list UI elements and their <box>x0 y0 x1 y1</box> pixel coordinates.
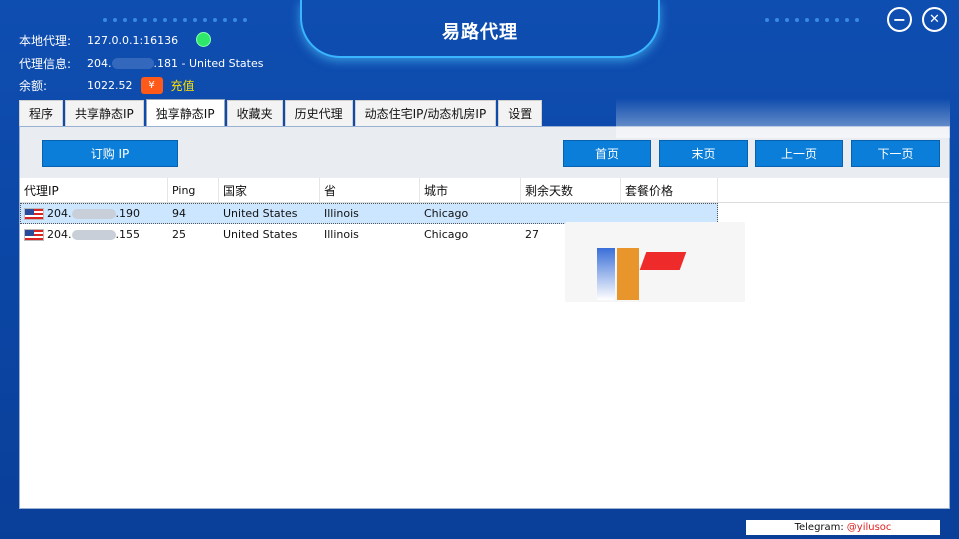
cell-proxy-ip: 204. .155 <box>20 228 168 241</box>
main-panel: 订购 IP 首页 末页 上一页 下一页 代理IP Ping 国家 省 城市 剩余… <box>19 126 950 509</box>
local-proxy-label: 本地代理: <box>19 34 72 48</box>
last-page-button[interactable]: 末页 <box>659 140 748 167</box>
buy-ip-button[interactable]: 订购 IP <box>42 140 178 167</box>
ip-suffix: .190 <box>115 207 141 220</box>
cell-province: Illinois <box>324 207 359 220</box>
balance-row: 余额: 1022.52 ¥ 充值 <box>19 77 195 94</box>
col-country[interactable]: 国家 <box>219 178 320 202</box>
next-page-button[interactable]: 下一页 <box>851 140 940 167</box>
cell-country: United States <box>223 228 298 241</box>
first-page-button[interactable]: 首页 <box>563 140 651 167</box>
us-flag-icon <box>24 207 44 220</box>
decorative-overlay-image <box>565 222 745 302</box>
decorative-dots-right <box>762 12 862 26</box>
telegram-handle: @yilusoc <box>846 522 892 533</box>
col-province[interactable]: 省 <box>320 178 420 202</box>
cell-city: Chicago <box>424 207 469 220</box>
tab-bar: 程序 共享静态IP 独享静态IP 收藏夹 历史代理 动态住宅IP/动态机房IP … <box>19 99 544 127</box>
telegram-label: Telegram: <box>794 522 844 533</box>
app-title: 易路代理 <box>442 22 518 43</box>
proxy-info-prefix: 204. <box>87 57 112 70</box>
tab-history-proxy[interactable]: 历史代理 <box>284 100 353 126</box>
tab-dedicated-static-ip[interactable]: 独享静态IP <box>145 99 225 127</box>
ip-prefix: 204. <box>47 228 72 241</box>
proxy-info-row: 代理信息: 204. .181 - United States <box>19 55 263 72</box>
recharge-link[interactable]: 充值 <box>171 77 195 94</box>
col-days-left[interactable]: 剩余天数 <box>521 178 621 202</box>
col-ping[interactable]: Ping <box>168 178 219 202</box>
table-row[interactable]: 204. .190 94 United States Illinois Chic… <box>20 203 718 224</box>
decorative-dots <box>100 12 250 26</box>
ip-prefix: 204. <box>47 207 72 220</box>
cell-province: Illinois <box>324 228 359 241</box>
tab-settings[interactable]: 设置 <box>498 100 543 126</box>
table-header: 代理IP Ping 国家 省 城市 剩余天数 套餐价格 <box>20 178 949 203</box>
local-proxy-value: 127.0.0.1:16136 <box>87 34 179 47</box>
proxy-info-suffix: .181 - United States <box>153 57 264 70</box>
redacted-ip-blur <box>111 58 154 69</box>
tab-dynamic-ip[interactable]: 动态住宅IP/动态机房IP <box>354 100 497 126</box>
us-flag-icon <box>24 228 44 241</box>
cell-country: United States <box>223 207 298 220</box>
redacted-ip-blur <box>71 229 116 240</box>
col-city[interactable]: 城市 <box>420 178 521 202</box>
redacted-ip-blur <box>71 208 116 219</box>
cell-proxy-ip: 204. .190 <box>20 207 168 220</box>
col-proxy-ip[interactable]: 代理IP <box>20 178 168 202</box>
balance-value: 1022.52 <box>87 79 133 92</box>
proxy-table: 代理IP Ping 国家 省 城市 剩余天数 套餐价格 204. .190 94… <box>20 178 949 508</box>
cell-ping: 25 <box>172 228 186 241</box>
tab-favorites[interactable]: 收藏夹 <box>226 100 283 126</box>
toolbar: 订购 IP 首页 末页 上一页 下一页 <box>20 127 949 178</box>
status-online-icon <box>196 32 211 47</box>
proxy-info-label: 代理信息: <box>19 57 72 71</box>
local-proxy-row: 本地代理: 127.0.0.1:16136 <box>19 32 178 49</box>
tab-program[interactable]: 程序 <box>19 100 64 126</box>
tab-shared-static-ip[interactable]: 共享静态IP <box>65 100 144 126</box>
app-window: 易路代理 − ✕ 本地代理: 127.0.0.1:16136 代理信息: 204… <box>0 0 959 539</box>
col-price[interactable]: 套餐价格 <box>621 178 718 202</box>
table-row[interactable]: 204. .155 25 United States Illinois Chic… <box>20 224 949 245</box>
telegram-footer[interactable]: Telegram: @yilusoc <box>746 520 940 535</box>
close-icon[interactable]: ✕ <box>922 7 947 32</box>
minimize-icon[interactable]: − <box>887 7 912 32</box>
balance-label: 余额: <box>19 79 48 93</box>
cell-city: Chicago <box>424 228 469 241</box>
yen-icon[interactable]: ¥ <box>140 77 163 94</box>
cell-ping: 94 <box>172 207 186 220</box>
ip-suffix: .155 <box>115 228 141 241</box>
prev-page-button[interactable]: 上一页 <box>755 140 843 167</box>
